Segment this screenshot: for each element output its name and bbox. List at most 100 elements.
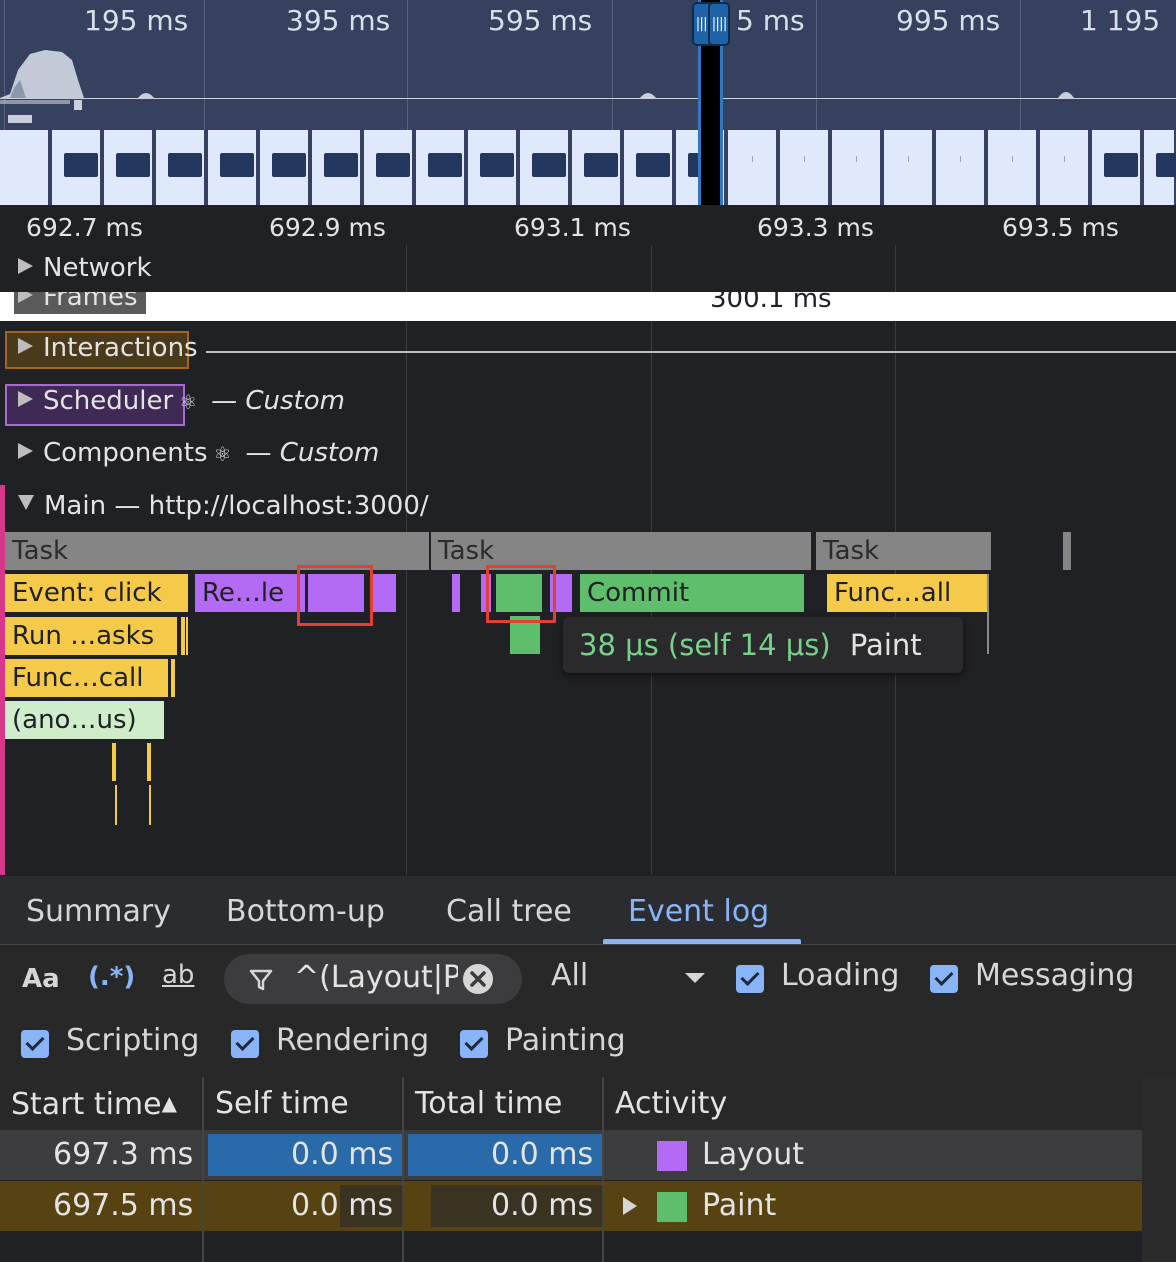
screenshot-thumbnail[interactable] (1040, 130, 1090, 205)
flame-slice[interactable] (147, 743, 151, 781)
flame-render[interactable]: Re…le (195, 574, 305, 612)
frames-label-box: Frames (14, 292, 146, 314)
table-row[interactable]: 697.5 ms 0.0 ms 0.0 ms Paint (0, 1181, 1142, 1231)
column-header-total-time[interactable]: Total time (404, 1077, 602, 1130)
screenshot-thumbnail[interactable] (1092, 130, 1142, 205)
collapse-arrow-icon[interactable] (18, 495, 34, 510)
match-case-button[interactable]: Aa (22, 964, 60, 994)
screenshot-thumbnail[interactable] (832, 130, 882, 205)
flame-anonymous[interactable]: (ano…us) (5, 701, 164, 739)
screenshot-thumbnail[interactable] (0, 130, 50, 205)
screenshot-thumbnail[interactable] (1144, 130, 1176, 205)
flame-function-call[interactable]: Func…call (5, 659, 168, 697)
expand-arrow-icon[interactable] (18, 258, 33, 274)
screenshot-thumbnail[interactable] (208, 130, 258, 205)
total-time-cell: 0.0 ms (491, 1188, 594, 1223)
flame-slice (987, 574, 989, 654)
expand-arrow-icon[interactable] (18, 391, 33, 407)
tab-bottom-up[interactable]: Bottom-up (226, 894, 385, 929)
track-network[interactable]: Network (0, 247, 1176, 297)
screenshot-thumbnail[interactable] (624, 130, 674, 205)
track-interactions[interactable]: Interactions (0, 327, 1176, 377)
column-divider[interactable] (202, 1077, 204, 1262)
self-time-cell: 0.0 ms (291, 1188, 394, 1223)
screenshot-thumbnail[interactable] (156, 130, 206, 205)
components-label: Components (43, 438, 208, 468)
expand-arrow-icon[interactable] (18, 292, 33, 303)
main-track-label: Main — http://localhost:3000/ (18, 491, 429, 521)
flame-slice[interactable] (149, 785, 151, 825)
screenshot-thumbnail[interactable] (364, 130, 414, 205)
active-tab-indicator (603, 939, 801, 944)
scripting-checkbox[interactable] (21, 1030, 49, 1058)
screenshot-thumbnail[interactable] (260, 130, 310, 205)
column-divider[interactable] (602, 1077, 604, 1262)
frame-duration[interactable]: 300.1 ms (710, 292, 832, 314)
track-main[interactable]: Main — http://localhost:3000/ (0, 485, 1176, 535)
activity-cell: Layout (702, 1137, 804, 1172)
screenshot-filmstrip[interactable] (0, 130, 1176, 205)
column-header-activity[interactable]: Activity (604, 1077, 1142, 1130)
screenshot-thumbnail[interactable] (572, 130, 622, 205)
table-scrollbar[interactable] (1142, 1077, 1176, 1262)
frames-label: Frames (18, 292, 138, 312)
timeline-overview[interactable]: 195 ms 395 ms 595 ms 5 ms 995 ms 1 195 |… (0, 0, 1176, 205)
table-row[interactable]: 697.3 ms 0.0 ms 0.0 ms Layout (0, 1130, 1142, 1180)
screenshot-thumbnail[interactable] (416, 130, 466, 205)
overview-time-label: 395 ms (286, 4, 391, 37)
screenshot-thumbnail[interactable] (884, 130, 934, 205)
flame-task[interactable]: Task (816, 532, 991, 570)
expand-arrow-icon[interactable] (18, 443, 33, 459)
messaging-checkbox[interactable] (930, 965, 958, 993)
filter-input-box[interactable]: ^(Layout|P (224, 954, 522, 1004)
expand-arrow-icon[interactable] (18, 338, 33, 354)
flame-slice[interactable] (186, 617, 188, 655)
flame-function-call[interactable]: Func…all (827, 574, 987, 612)
screenshot-thumbnail[interactable] (936, 130, 986, 205)
regex-button[interactable]: (.*) (88, 962, 135, 992)
network-label: Network (43, 253, 152, 283)
screenshot-thumbnail[interactable] (104, 130, 154, 205)
screenshot-thumbnail[interactable] (468, 130, 518, 205)
screenshot-thumbnail[interactable] (988, 130, 1038, 205)
clear-icon[interactable] (462, 963, 494, 995)
level-select[interactable]: All (551, 958, 588, 993)
react-icon: ⚛ (179, 390, 198, 414)
tab-summary[interactable]: Summary (26, 894, 171, 929)
track-scheduler[interactable]: Scheduler ⚛ — Custom (0, 380, 1176, 430)
screenshot-thumbnail[interactable] (312, 130, 362, 205)
column-header-self-time[interactable]: Self time (204, 1077, 402, 1130)
flame-layout-small[interactable] (372, 574, 396, 612)
activity-cell: Paint (702, 1188, 777, 1223)
overview-time-label: 195 ms (84, 4, 189, 37)
flame-slice[interactable] (115, 785, 117, 825)
painting-checkbox[interactable] (460, 1030, 488, 1058)
tab-event-log[interactable]: Event log (628, 894, 769, 929)
tab-call-tree[interactable]: Call tree (446, 894, 572, 929)
interactions-label: Interactions (43, 333, 198, 363)
flame-commit[interactable]: Commit (580, 574, 804, 612)
flame-event-click[interactable]: Event: click (5, 574, 188, 612)
screenshot-thumbnail[interactable] (52, 130, 102, 205)
flame-run-tasks[interactable]: Run …asks (5, 617, 177, 655)
selection-right-handle[interactable]: |||| (708, 2, 730, 46)
whole-word-button[interactable]: ab (162, 960, 194, 990)
screenshot-thumbnail[interactable] (728, 130, 778, 205)
flame-task-small[interactable] (1063, 532, 1071, 570)
flame-slice[interactable] (112, 743, 116, 781)
expand-arrow-icon[interactable] (623, 1197, 637, 1215)
flame-layout-small[interactable] (452, 574, 460, 612)
track-frames[interactable]: Frames 300.1 ms (0, 292, 1176, 321)
column-divider[interactable] (402, 1077, 404, 1262)
flame-slice[interactable] (181, 617, 185, 655)
flame-slice[interactable] (171, 659, 175, 697)
column-header-start-time[interactable]: Start time▲ (0, 1077, 202, 1130)
interactions-track-label: Interactions (18, 333, 198, 363)
screenshot-thumbnail[interactable] (780, 130, 830, 205)
filter-input[interactable]: ^(Layout|P (294, 960, 458, 995)
loading-checkbox[interactable] (736, 965, 764, 993)
track-components[interactable]: Components ⚛ — Custom (0, 432, 1176, 482)
rendering-checkbox[interactable] (231, 1030, 259, 1058)
screenshot-thumbnail[interactable] (520, 130, 570, 205)
chevron-down-icon[interactable] (685, 973, 705, 985)
